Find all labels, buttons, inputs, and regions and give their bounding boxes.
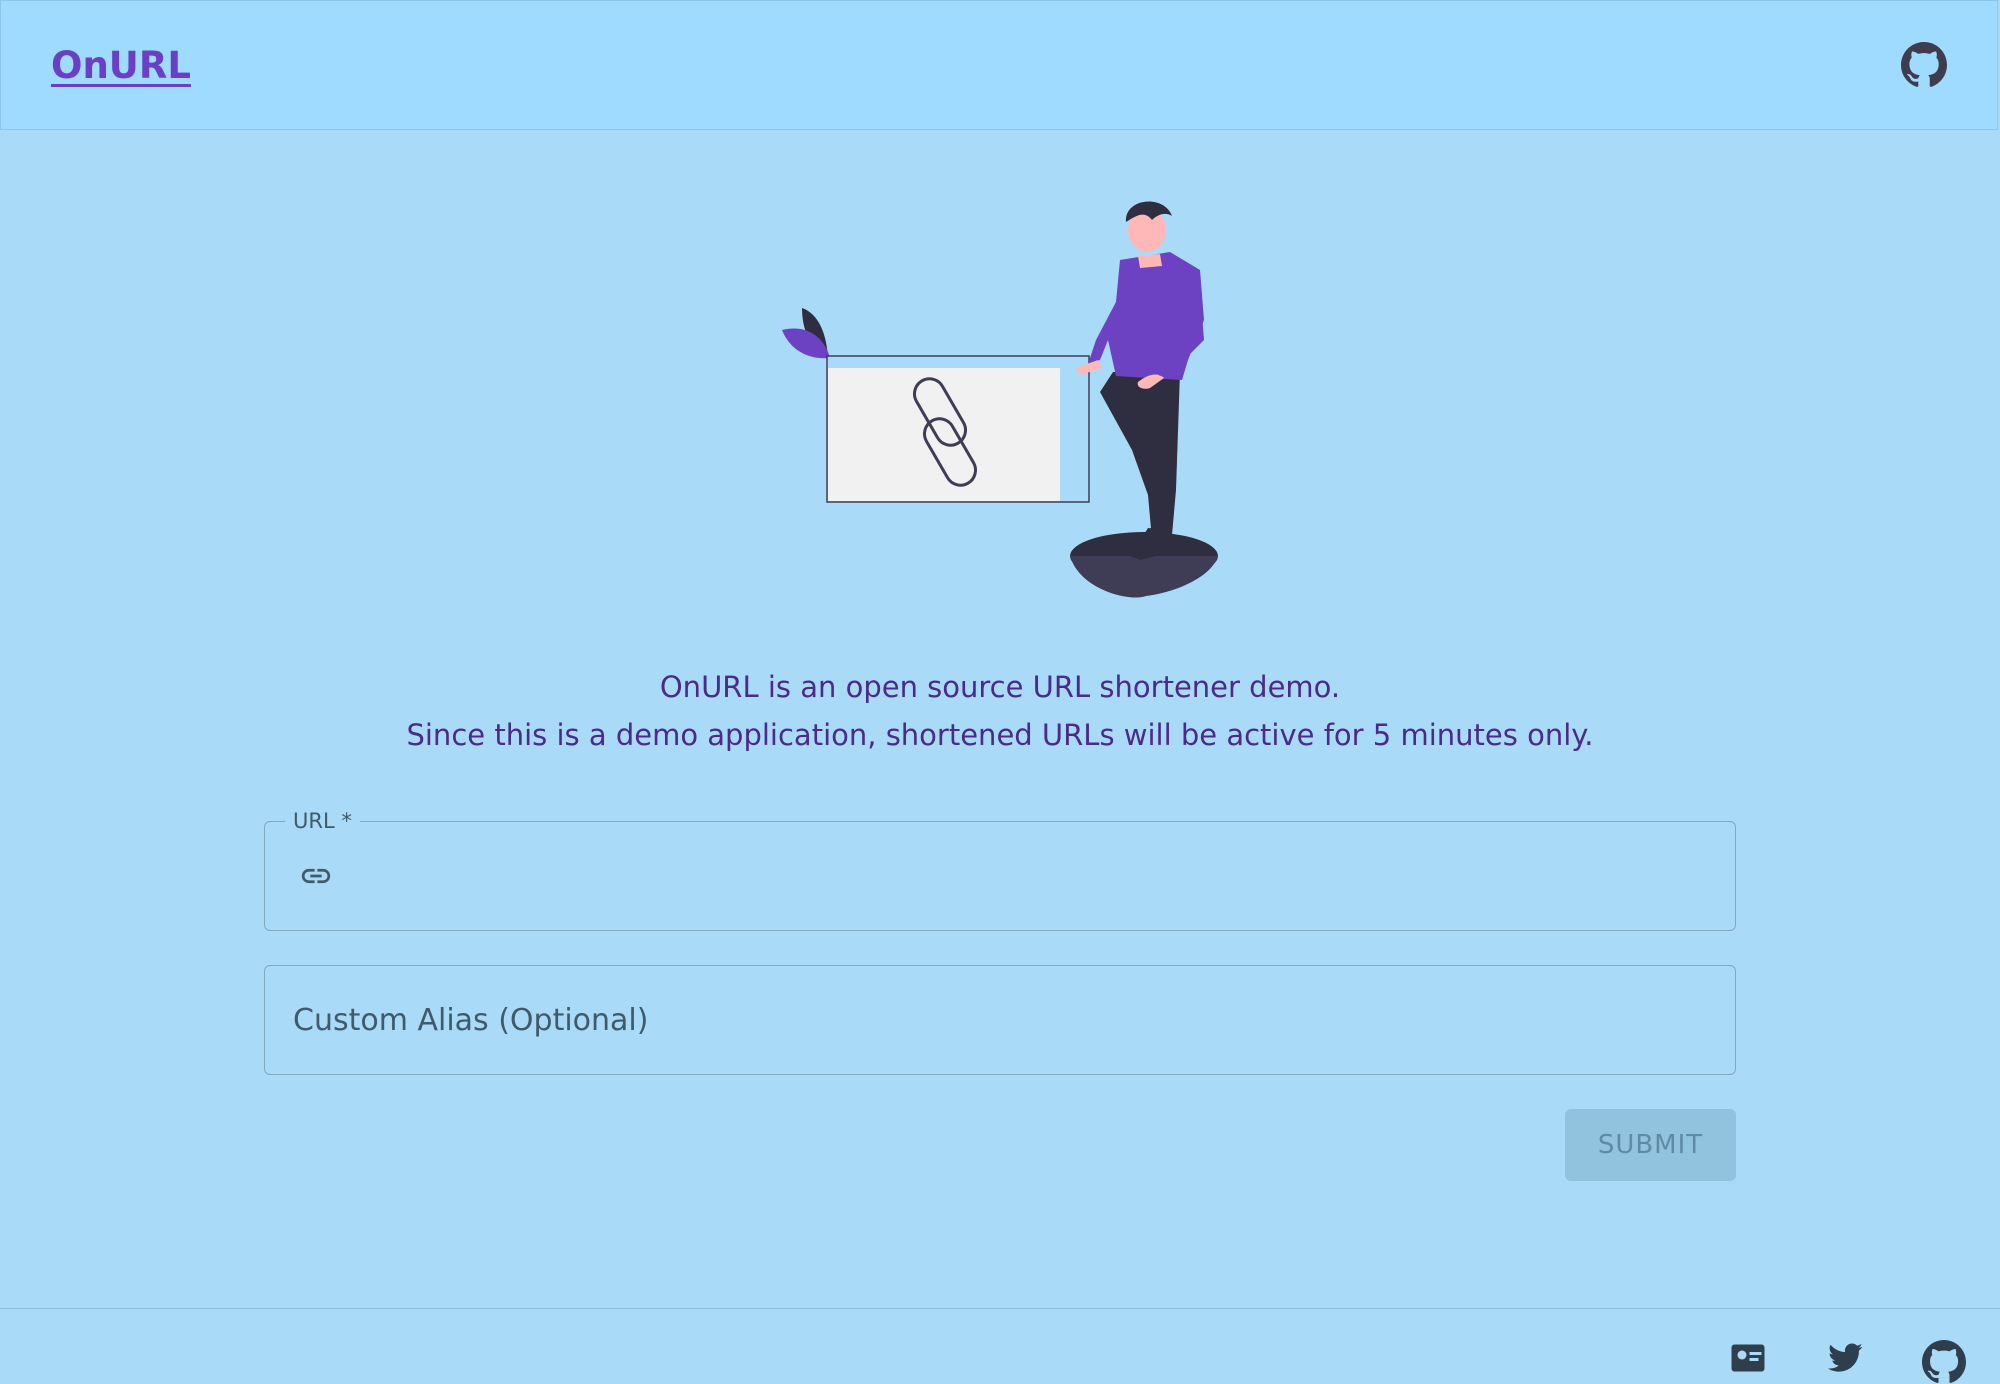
- hero-illustration: [782, 201, 1218, 598]
- url-input[interactable]: [265, 822, 1735, 930]
- person-legs: [1100, 372, 1180, 540]
- twitter-icon[interactable]: [1826, 1340, 1866, 1376]
- description-line-1: OnURL is an open source URL shortener de…: [659, 670, 1341, 704]
- url-field[interactable]: URL *: [264, 808, 1736, 931]
- footer-divider: [0, 1308, 2000, 1309]
- brand-link[interactable]: OnURL: [51, 44, 191, 87]
- description: OnURL is an open source URL shortener de…: [0, 663, 2000, 759]
- github-icon[interactable]: [1922, 1340, 1966, 1384]
- alias-field[interactable]: [264, 965, 1736, 1075]
- contact-card-icon[interactable]: [1730, 1340, 1766, 1376]
- description-line-2: Since this is a demo application, shorte…: [406, 718, 1594, 752]
- github-icon[interactable]: [1901, 42, 1947, 88]
- custom-alias-input[interactable]: [265, 966, 1735, 1074]
- footer-icons: [1730, 1340, 2000, 1383]
- submit-button[interactable]: SUBMIT: [1565, 1109, 1736, 1181]
- app-bar: OnURL: [0, 0, 1998, 130]
